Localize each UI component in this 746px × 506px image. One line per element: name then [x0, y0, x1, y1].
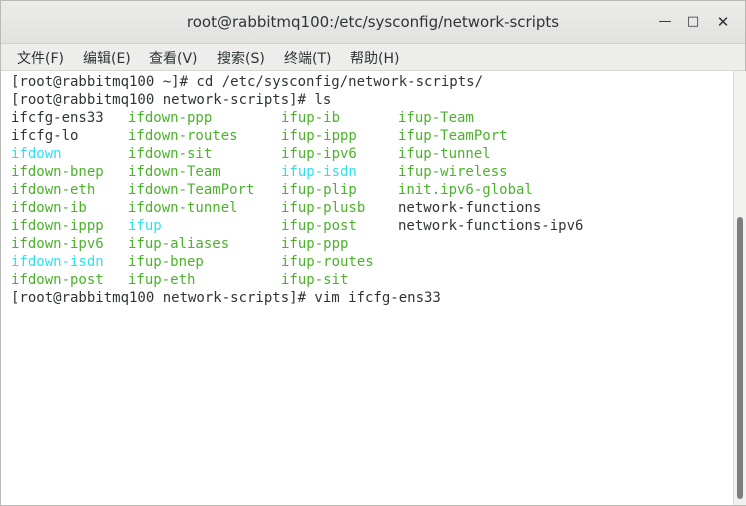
command-line-vim: [root@rabbitmq100 network-scripts]# vim … [11, 290, 441, 306]
ls-entry: ifup-ipv6 [281, 146, 357, 162]
menu-terminal[interactable]: 终端(T) [284, 48, 331, 68]
menu-edit[interactable]: 编辑(E) [83, 48, 131, 68]
ls-entry: ifup-ippp [281, 128, 357, 144]
ls-entry: ifdown-isdn [11, 254, 104, 270]
command-line-cd: [root@rabbitmq100 ~]# cd /etc/sysconfig/… [11, 74, 484, 90]
ls-entry: ifup-post [281, 218, 357, 234]
menu-search[interactable]: 搜索(S) [217, 48, 265, 68]
menu-view[interactable]: 查看(V) [149, 48, 198, 68]
ls-entry: ifup-ib [281, 110, 341, 126]
ls-entry: ifup-plip [281, 182, 357, 198]
ls-entry: network-functions [398, 200, 542, 216]
ls-entry: ifdown [11, 146, 62, 162]
ls-entry: ifup-eth [128, 272, 196, 288]
ls-entry: ifup-tunnel [398, 146, 491, 162]
menu-help[interactable]: 帮助(H) [350, 48, 399, 68]
ls-entry: ifup-plusb [281, 200, 366, 216]
ls-entry: ifdown-routes [128, 128, 238, 144]
ls-entry: init.ipv6-global [398, 182, 533, 198]
ls-entry: ifup-wireless [398, 164, 508, 180]
ls-entry: ifdown-tunnel [128, 200, 238, 216]
ls-entry: ifdown-ippp [11, 218, 104, 234]
ls-entry: ifdown-eth [11, 182, 96, 198]
vertical-scrollbar[interactable] [733, 71, 746, 505]
ls-entry: ifup-sit [281, 272, 349, 288]
ls-entry: ifdown-sit [128, 146, 213, 162]
command-line-ls: [root@rabbitmq100 network-scripts]# ls [11, 92, 332, 108]
ls-entry: ifup-isdn [281, 164, 357, 180]
ls-entry: ifup-aliases [128, 236, 230, 252]
title-bar[interactable]: root@rabbitmq100:/etc/sysconfig/network-… [1, 1, 745, 44]
ls-entry: ifup-bnep [128, 254, 204, 270]
ls-entry: ifup [128, 218, 162, 234]
ls-entry: ifup-Team [398, 110, 474, 126]
ls-entry: ifup-ppp [281, 236, 349, 252]
menu-bar: 文件(F) 编辑(E) 查看(V) 搜索(S) 终端(T) 帮助(H) [1, 44, 745, 71]
minimize-button[interactable]: — [656, 13, 674, 31]
terminal-window: root@rabbitmq100:/etc/sysconfig/network-… [0, 0, 746, 506]
maximize-button[interactable]: □ [684, 13, 702, 31]
ls-entry: ifdown-ib [11, 200, 87, 216]
ls-entry: ifup-routes [281, 254, 374, 270]
scrollbar-thumb[interactable] [737, 217, 743, 499]
close-button[interactable]: ✕ [714, 13, 732, 31]
ls-entry: ifdown-post [11, 272, 104, 288]
ls-entry: ifcfg-ens33 [11, 110, 104, 126]
terminal-output[interactable]: [root@rabbitmq100 ~]# cd /etc/sysconfig/… [1, 71, 733, 505]
ls-entry: ifdown-ipv6 [11, 236, 104, 252]
ls-entry: ifup-TeamPort [398, 128, 508, 144]
menu-file[interactable]: 文件(F) [17, 48, 64, 68]
ls-entry: network-functions-ipv6 [398, 218, 584, 234]
window-title: root@rabbitmq100:/etc/sysconfig/network-… [186, 13, 560, 31]
ls-entry: ifdown-TeamPort [128, 182, 255, 198]
ls-entry: ifdown-ppp [128, 110, 213, 126]
ls-entry: ifcfg-lo [11, 128, 79, 144]
ls-entry: ifdown-bnep [11, 164, 104, 180]
ls-entry: ifdown-Team [128, 164, 221, 180]
